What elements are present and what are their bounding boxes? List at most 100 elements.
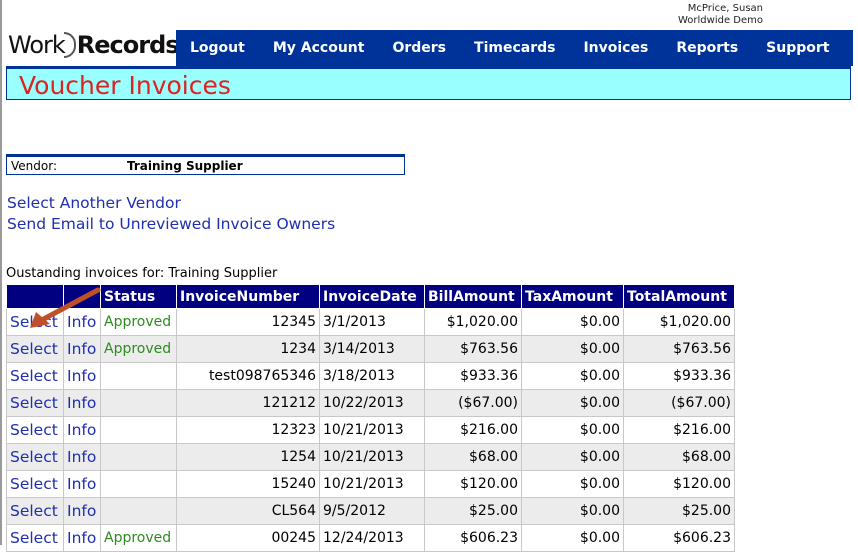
send-email-link[interactable]: Send Email to Unreviewed Invoice Owners — [7, 215, 335, 233]
bill-amount-cell: $606.23 — [424, 524, 522, 552]
header-select — [6, 284, 64, 309]
nav-reports[interactable]: Reports — [662, 40, 752, 56]
bill-amount-cell: $933.36 — [424, 362, 522, 390]
table-header-row: Status InvoiceNumber InvoiceDate BillAmo… — [6, 284, 735, 309]
bill-amount-cell: $763.56 — [424, 335, 522, 363]
select-link[interactable]: Select — [6, 389, 64, 417]
table-row: Select Info 12323 10/21/2013 $216.00 $0.00 $21… — [6, 416, 735, 444]
table-row: Select Info CL564 9/5/2012 $25.00 $0.00 $25.00 — [6, 497, 735, 525]
logo-ring-icon — [63, 32, 76, 58]
nav-support[interactable]: Support — [752, 40, 843, 56]
nav-orders[interactable]: Orders — [378, 40, 460, 56]
header-invoice-number[interactable]: InvoiceNumber — [176, 284, 320, 309]
total-amount-cell: $763.56 — [623, 335, 735, 363]
workrecords-logo[interactable]: Work Records — [8, 29, 180, 61]
invoice-date-cell: 3/1/2013 — [319, 308, 425, 336]
status-cell: Approved — [100, 308, 177, 336]
select-link[interactable]: Select — [6, 335, 64, 363]
page-title-bar: Voucher Invoices — [6, 66, 851, 100]
info-link[interactable]: Info — [63, 524, 101, 552]
invoice-number-cell: 1254 — [176, 443, 320, 471]
table-row: Select Info 121212 10/22/2013 ($67.00) $0.00(… — [6, 389, 735, 417]
header-total-amount[interactable]: TotalAmount — [623, 284, 735, 309]
invoice-number-cell: 15240 — [176, 470, 320, 498]
tax-amount-cell: $0.00 — [521, 416, 624, 444]
status-cell — [100, 416, 177, 444]
invoice-date-cell: 10/21/2013 — [319, 470, 425, 498]
vendor-name: Training Supplier — [127, 159, 243, 173]
header-invoice-date[interactable]: InvoiceDate — [319, 284, 425, 309]
select-link[interactable]: Select — [6, 497, 64, 525]
user-company: Worldwide Demo — [677, 15, 763, 26]
tax-amount-cell: $0.00 — [521, 524, 624, 552]
invoice-date-cell: 10/21/2013 — [319, 416, 425, 444]
tax-amount-cell: $0.00 — [521, 497, 624, 525]
user-name: McPrice, Susan — [687, 3, 763, 14]
table-row: Select Info 15240 10/21/2013 $120.00 $0.00 $12… — [6, 470, 735, 498]
bill-amount-cell: $68.00 — [424, 443, 522, 471]
info-link[interactable]: Info — [63, 470, 101, 498]
invoice-date-cell: 9/5/2012 — [319, 497, 425, 525]
nav-invoices[interactable]: Invoices — [569, 40, 662, 56]
table-row: Select Info 1254 10/21/2013 $68.00 $0.00 $68.0… — [6, 443, 735, 471]
tax-amount-cell: $0.00 — [521, 308, 624, 336]
page-title: Voucher Invoices — [19, 71, 231, 100]
total-amount-cell: $25.00 — [623, 497, 735, 525]
logo-part1: Work — [8, 31, 66, 59]
header-info — [63, 284, 101, 309]
left-border — [0, 0, 2, 545]
vendor-box: Vendor: Training Supplier — [6, 154, 405, 175]
user-info: McPrice, Susan Worldwide Demo — [660, 3, 763, 27]
total-amount-cell: $216.00 — [623, 416, 735, 444]
invoice-number-cell: 12323 — [176, 416, 320, 444]
nav-logout[interactable]: Logout — [176, 40, 259, 56]
nav-timecards[interactable]: Timecards — [460, 40, 569, 56]
total-amount-cell: $606.23 — [623, 524, 735, 552]
tax-amount-cell: $0.00 — [521, 335, 624, 363]
invoice-number-cell: 12345 — [176, 308, 320, 336]
logo-part2: Records — [76, 31, 180, 59]
status-cell — [100, 497, 177, 525]
info-link[interactable]: Info — [63, 362, 101, 390]
info-link[interactable]: Info — [63, 308, 101, 336]
select-link[interactable]: Select — [6, 416, 64, 444]
status-cell — [100, 443, 177, 471]
table-row: Select Info Approved 00245 12/24/2013 $606.23… — [6, 524, 735, 552]
table-row: Select Info test098765346 3/18/2013 $933.36 $… — [6, 362, 735, 390]
info-link[interactable]: Info — [63, 416, 101, 444]
select-link[interactable]: Select — [6, 362, 64, 390]
status-cell — [100, 389, 177, 417]
status-cell — [100, 470, 177, 498]
header-tax-amount[interactable]: TaxAmount — [521, 284, 624, 309]
info-link[interactable]: Info — [63, 335, 101, 363]
total-amount-cell: $68.00 — [623, 443, 735, 471]
status-cell: Approved — [100, 335, 177, 363]
bill-amount-cell: $1,020.00 — [424, 308, 522, 336]
bill-amount-cell: $25.00 — [424, 497, 522, 525]
invoice-number-cell: test098765346 — [176, 362, 320, 390]
info-link[interactable]: Info — [63, 497, 101, 525]
header-bill-amount[interactable]: BillAmount — [424, 284, 522, 309]
tax-amount-cell: $0.00 — [521, 389, 624, 417]
select-link[interactable]: Select — [6, 524, 64, 552]
invoice-date-cell: 10/22/2013 — [319, 389, 425, 417]
info-link[interactable]: Info — [63, 443, 101, 471]
bill-amount-cell: $120.00 — [424, 470, 522, 498]
invoice-date-cell: 3/14/2013 — [319, 335, 425, 363]
main-nav: Logout My Account Orders Timecards Invoi… — [176, 30, 853, 66]
invoice-number-cell: 121212 — [176, 389, 320, 417]
select-link[interactable]: Select — [6, 470, 64, 498]
header-status[interactable]: Status — [100, 284, 177, 309]
invoice-date-cell: 10/21/2013 — [319, 443, 425, 471]
select-link[interactable]: Select — [6, 308, 64, 336]
invoice-date-cell: 3/18/2013 — [319, 362, 425, 390]
nav-my-account[interactable]: My Account — [259, 40, 379, 56]
select-link[interactable]: Select — [6, 443, 64, 471]
total-amount-cell: $120.00 — [623, 470, 735, 498]
select-another-vendor-link[interactable]: Select Another Vendor — [7, 194, 181, 212]
tax-amount-cell: $0.00 — [521, 470, 624, 498]
info-link[interactable]: Info — [63, 389, 101, 417]
total-amount-cell: ($67.00) — [623, 389, 735, 417]
table-row: Select Info Approved 1234 3/14/2013 $763.56 $0… — [6, 335, 735, 363]
invoice-table: Status InvoiceNumber InvoiceDate BillAmo… — [6, 284, 735, 552]
